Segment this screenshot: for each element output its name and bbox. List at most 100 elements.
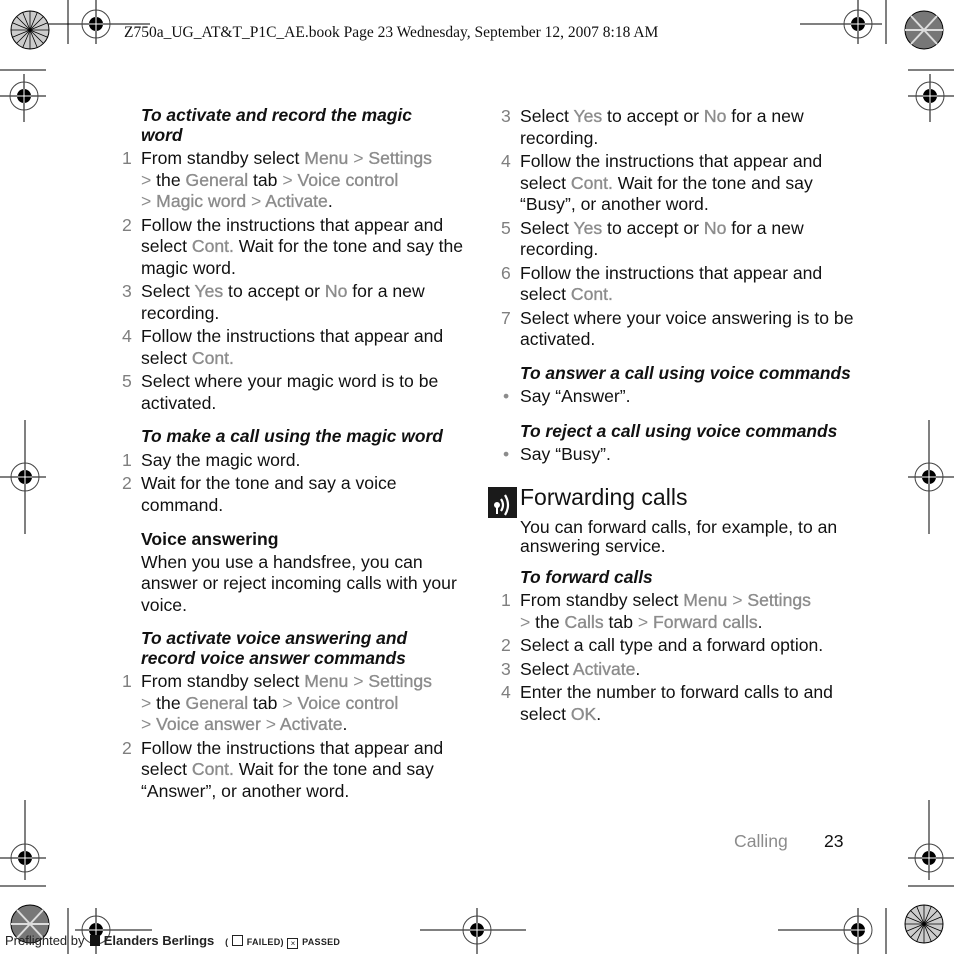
step-number: 2 bbox=[122, 214, 132, 235]
color-wheel-top-right bbox=[904, 10, 944, 50]
registration-mark-top-right bbox=[800, 0, 887, 44]
running-head: Z750a_UG_AT&T_P1C_AE.book Page 23 Wednes… bbox=[124, 24, 659, 41]
registration-mark-middle-left bbox=[0, 420, 46, 534]
step-text: From standby select bbox=[141, 671, 305, 691]
instruction-heading-answer-call: To answer a call using voice commands bbox=[520, 362, 851, 383]
menu-item-menu: Menu bbox=[304, 148, 349, 168]
heading-text: Forwarding calls bbox=[520, 483, 688, 510]
step-item: 2 Select a call type and a forward optio… bbox=[501, 635, 861, 657]
step-text: Select bbox=[520, 217, 574, 238]
step-text: From standby select bbox=[520, 590, 684, 610]
menu-item-activate: Activate bbox=[279, 714, 343, 734]
step-number: 5 bbox=[501, 217, 511, 238]
step-item: 5 Select Yes to accept or No for a new r… bbox=[501, 217, 861, 261]
menu-item-no: No bbox=[324, 281, 348, 301]
left-column: To activate and record the magic word 1 … bbox=[122, 105, 482, 803]
menu-item-yes: Yes bbox=[194, 281, 224, 301]
failed-checkbox bbox=[232, 935, 244, 946]
step-number: 1 bbox=[122, 449, 132, 470]
instruction-heading-forward-calls: To forward calls bbox=[520, 566, 653, 587]
footer-section-name: Calling bbox=[734, 831, 788, 851]
step-number: 2 bbox=[122, 473, 132, 493]
step-item: 3 Select Yes to accept or No for a new r… bbox=[501, 106, 861, 149]
step-text: Select bbox=[141, 281, 195, 301]
menu-item-no: No bbox=[703, 106, 727, 126]
menu-separator: > bbox=[732, 590, 743, 610]
step-text: tab bbox=[248, 169, 283, 190]
step-text: Select where your voice answering is to … bbox=[520, 307, 854, 350]
step-number: 2 bbox=[122, 737, 132, 758]
step-text: Select bbox=[520, 658, 573, 679]
section-heading-forwarding-calls: Forwarding calls bbox=[488, 483, 861, 518]
step-item: 4 Enter the number to forward calls to a… bbox=[501, 682, 861, 725]
step-item: 2 Wait for the tone and say a voice comm… bbox=[122, 473, 482, 516]
step-number: 4 bbox=[501, 151, 511, 171]
elanders-logo-icon bbox=[90, 935, 101, 946]
preflight-brand: Elanders Berlings bbox=[103, 933, 215, 948]
step-number: 4 bbox=[122, 326, 132, 346]
step-number: 1 bbox=[122, 671, 132, 691]
step-text: to accept or bbox=[602, 217, 704, 238]
step-number: 2 bbox=[501, 635, 511, 655]
step-number: 6 bbox=[501, 262, 511, 283]
menu-item-voice-answer: Voice answer bbox=[156, 714, 261, 734]
menu-item-magic-word: Magic word bbox=[156, 191, 247, 211]
tab-calls: Calls bbox=[564, 611, 604, 632]
bullet-text: Say “Busy”. bbox=[520, 444, 611, 464]
step-item: 1 From standby select Menu > Settings > … bbox=[122, 148, 482, 213]
bullet-icon: • bbox=[503, 386, 510, 406]
step-text: tab bbox=[603, 611, 638, 632]
menu-separator: > bbox=[141, 191, 152, 211]
failed-label: FAILED bbox=[246, 937, 281, 947]
menu-separator: > bbox=[141, 169, 152, 190]
menu-item-activate: Activate bbox=[265, 191, 328, 211]
color-wheel-bottom-right bbox=[904, 904, 944, 944]
step-text: the bbox=[535, 611, 565, 632]
step-text: tab bbox=[248, 692, 283, 713]
step-text: . bbox=[596, 703, 602, 724]
registration-mark-bottom-right bbox=[778, 908, 887, 954]
subheading-voice-answering: Voice answering bbox=[141, 529, 279, 549]
step-item: 1 Say the magic word. bbox=[122, 450, 482, 472]
paragraph-voice-answering: When you use a handsfree, you can answer… bbox=[141, 551, 457, 615]
menu-item-settings: Settings bbox=[368, 671, 432, 691]
menu-separator: > bbox=[251, 191, 262, 211]
step-number: 1 bbox=[122, 148, 132, 168]
step-number: 1 bbox=[501, 590, 511, 610]
color-wheel-top-left bbox=[10, 10, 50, 50]
registration-mark-bottom-center bbox=[420, 908, 526, 954]
menu-item-cont: Cont. bbox=[191, 236, 234, 256]
menu-separator: > bbox=[141, 714, 152, 734]
right-column: 3 Select Yes to accept or No for a new r… bbox=[488, 106, 861, 725]
menu-item-settings: Settings bbox=[747, 590, 811, 610]
step-item: 3 Select Yes to accept or No for a new r… bbox=[122, 281, 482, 324]
tab-general: General bbox=[185, 692, 249, 713]
step-item: 4 Follow the instructions that appear an… bbox=[501, 151, 861, 216]
step-item: 3 Select Activate. bbox=[501, 658, 861, 681]
heading-line: To activate and record the magic bbox=[141, 105, 412, 125]
instruction-heading-reject-call: To reject a call using voice commands bbox=[520, 420, 838, 441]
passed-checkbox: × bbox=[287, 938, 299, 949]
menu-item-ok: OK bbox=[570, 703, 597, 724]
registration-mark-right-upper bbox=[908, 69, 954, 122]
step-item: 7 Select where your voice answering is t… bbox=[501, 308, 861, 351]
step-number: 3 bbox=[501, 106, 511, 126]
step-number: 5 bbox=[122, 371, 132, 391]
step-number: 3 bbox=[122, 281, 132, 301]
step-item: 2 Follow the instructions that appear an… bbox=[122, 738, 482, 803]
step-text: Select a call type and a forward option. bbox=[520, 635, 824, 655]
bullet-icon: • bbox=[503, 444, 510, 464]
tab-general: General bbox=[185, 169, 249, 190]
menu-item-settings: Settings bbox=[368, 148, 432, 168]
step-item: 5 Select where your magic word is to be … bbox=[122, 371, 482, 414]
calls-icon bbox=[488, 486, 517, 518]
step-item: 1 From standby select Menu > Settings > … bbox=[501, 590, 861, 633]
step-text: From standby select bbox=[141, 148, 305, 168]
step-text: Say the magic word. bbox=[141, 449, 301, 470]
paragraph-forwarding-intro: You can forward calls, for example, to a… bbox=[520, 516, 838, 556]
menu-item-voice-control: Voice control bbox=[297, 169, 399, 190]
step-text: the bbox=[156, 169, 186, 190]
step-item: 2 Follow the instructions that appear an… bbox=[122, 215, 482, 280]
heading-line: word bbox=[141, 124, 183, 145]
step-text: Select where your magic word is to be ac… bbox=[141, 371, 439, 413]
